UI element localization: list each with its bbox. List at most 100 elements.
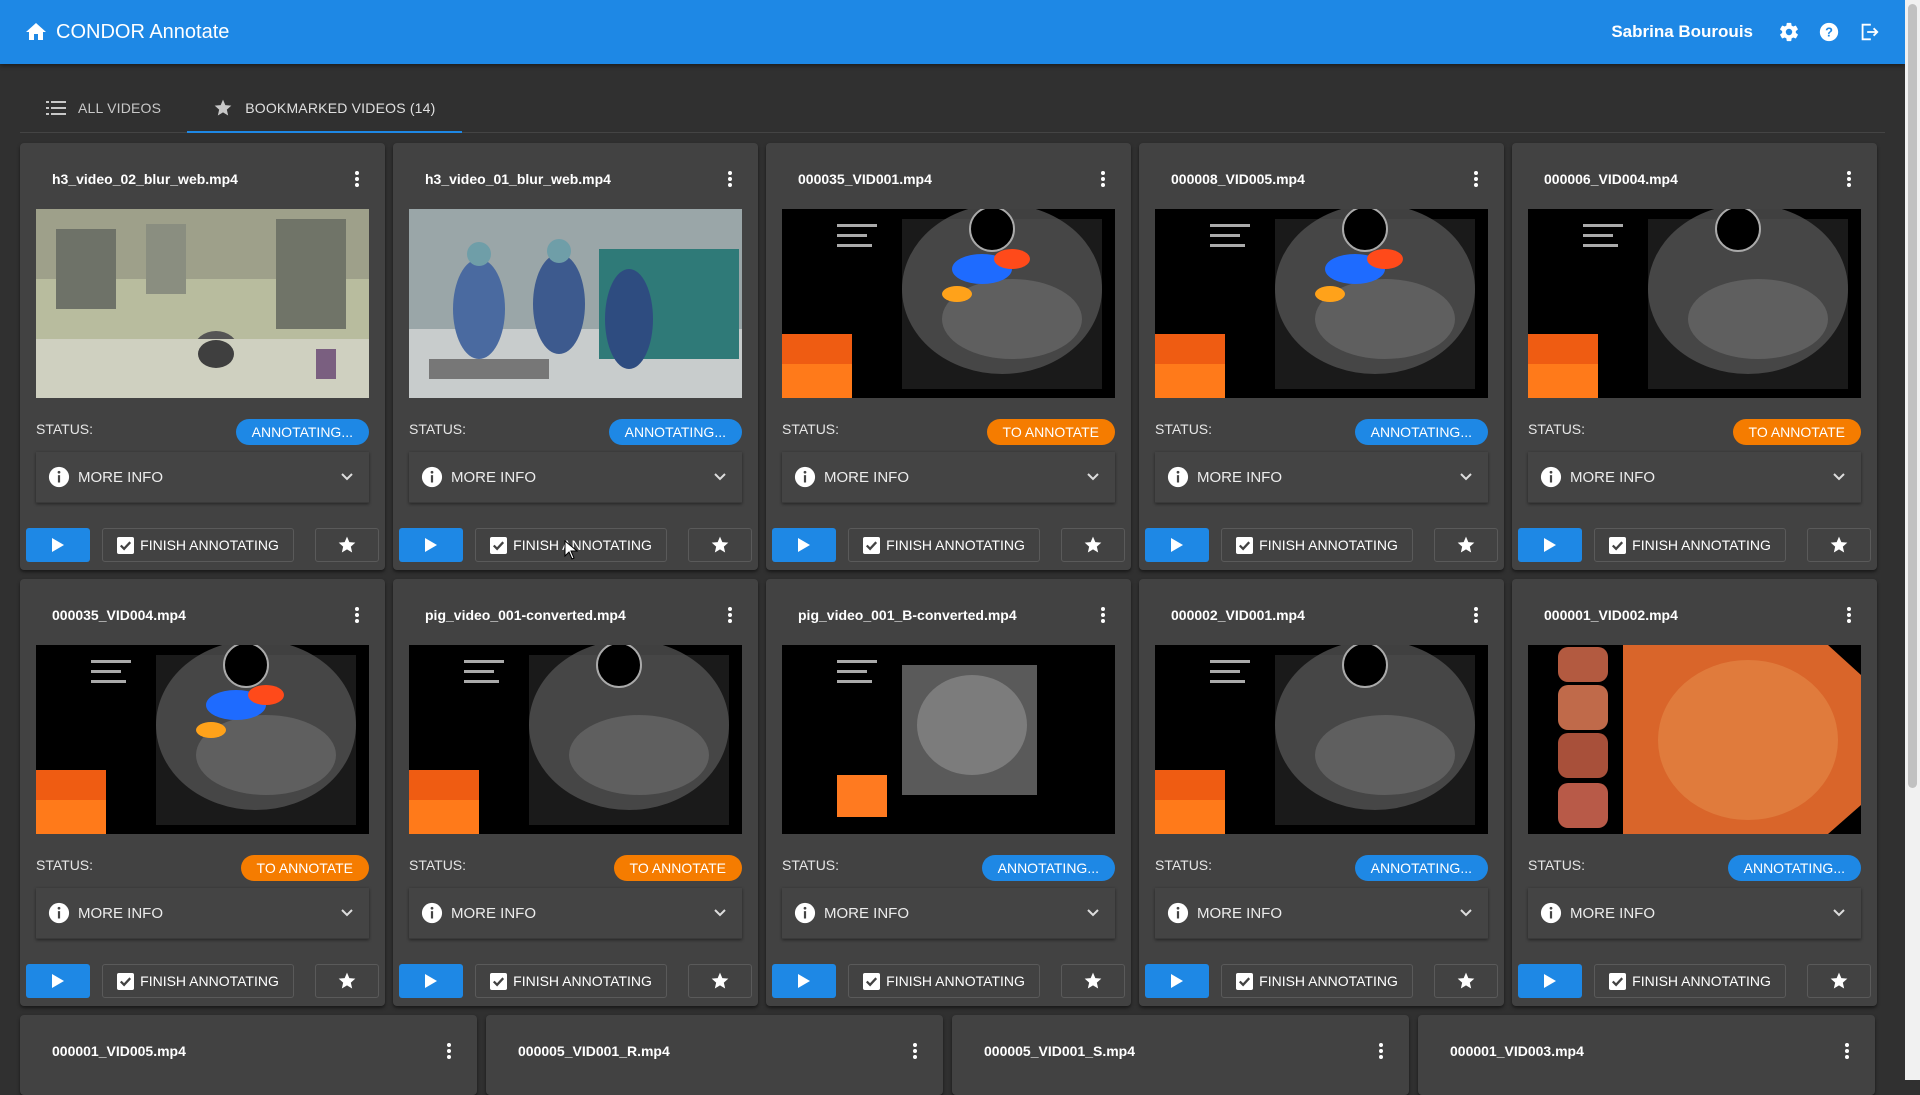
bookmark-button[interactable]	[1061, 528, 1125, 562]
finish-annotating-button[interactable]: FINISH ANNOTATING	[475, 964, 667, 998]
play-button[interactable]	[399, 964, 463, 998]
finish-annotating-button[interactable]: FINISH ANNOTATING	[1221, 964, 1413, 998]
finish-annotating-button[interactable]: FINISH ANNOTATING	[848, 964, 1040, 998]
play-button[interactable]	[772, 528, 836, 562]
more-info-panel[interactable]: MORE INFO	[36, 888, 369, 939]
more-vert-icon[interactable]	[345, 167, 369, 191]
bookmark-button[interactable]	[688, 964, 752, 998]
video-thumbnail[interactable]	[782, 209, 1115, 398]
more-vert-icon[interactable]	[903, 1039, 927, 1063]
more-info-panel[interactable]: MORE INFO	[36, 452, 369, 503]
bookmark-button[interactable]	[1434, 964, 1498, 998]
bookmark-button[interactable]	[1807, 528, 1871, 562]
chevron-down-icon	[714, 473, 726, 481]
video-thumbnail[interactable]	[1155, 645, 1488, 834]
play-button[interactable]	[399, 528, 463, 562]
video-card: h3_video_01_blur_web.mp4 STATUS: ANNOTAT…	[393, 143, 758, 570]
status-badge: ANNOTATING...	[1354, 419, 1488, 445]
card-header: 000035_VID004.mp4	[52, 579, 369, 651]
logout-icon[interactable]	[1857, 20, 1881, 44]
video-thumbnail[interactable]	[1528, 645, 1861, 834]
info-icon	[1540, 902, 1562, 924]
card-header: 000035_VID001.mp4	[798, 143, 1115, 215]
chevron-down-icon	[1460, 909, 1472, 917]
more-vert-icon[interactable]	[718, 167, 742, 191]
play-button[interactable]	[1145, 528, 1209, 562]
more-info-label: MORE INFO	[1570, 468, 1655, 486]
more-vert-icon[interactable]	[718, 603, 742, 627]
bookmark-button[interactable]	[688, 528, 752, 562]
app-title[interactable]: CONDOR Annotate	[56, 21, 229, 44]
play-button[interactable]	[26, 528, 90, 562]
status-label: STATUS:	[36, 421, 94, 437]
more-vert-icon[interactable]	[1369, 1039, 1393, 1063]
finish-annotating-button[interactable]: FINISH ANNOTATING	[102, 528, 294, 562]
video-name: pig_video_001-converted.mp4	[425, 607, 626, 623]
play-button[interactable]	[1518, 964, 1582, 998]
more-info-panel[interactable]: MORE INFO	[782, 888, 1115, 939]
play-button[interactable]	[1518, 528, 1582, 562]
home-icon[interactable]	[24, 20, 48, 44]
more-vert-icon[interactable]	[1837, 167, 1861, 191]
video-thumbnail[interactable]	[36, 209, 369, 398]
play-icon	[1544, 538, 1556, 552]
more-vert-icon[interactable]	[1091, 603, 1115, 627]
finish-annotating-button[interactable]: FINISH ANNOTATING	[1594, 528, 1786, 562]
more-info-panel[interactable]: MORE INFO	[782, 452, 1115, 503]
play-button[interactable]	[772, 964, 836, 998]
status-label: STATUS:	[1528, 421, 1586, 437]
video-card: 000002_VID001.mp4 STATUS: ANNOTATING... …	[1139, 579, 1504, 1006]
more-info-label: MORE INFO	[78, 468, 163, 486]
more-vert-icon[interactable]	[1464, 603, 1488, 627]
video-thumbnail[interactable]	[782, 645, 1115, 834]
info-icon	[421, 466, 443, 488]
more-info-panel[interactable]: MORE INFO	[1155, 888, 1488, 939]
finish-annotating-button[interactable]: FINISH ANNOTATING	[1594, 964, 1786, 998]
bookmark-button[interactable]	[315, 964, 379, 998]
tab-bookmarked-videos[interactable]: BOOKMARKED VIDEOS (14)	[187, 85, 462, 133]
more-info-panel[interactable]: MORE INFO	[1528, 888, 1861, 939]
finish-annotating-label: FINISH ANNOTATING	[886, 537, 1025, 553]
finish-annotating-button[interactable]: FINISH ANNOTATING	[102, 964, 294, 998]
page-scrollbar[interactable]	[1905, 0, 1920, 1080]
video-card: 000005_VID001_R.mp4	[486, 1015, 943, 1095]
more-info-panel[interactable]: MORE INFO	[409, 452, 742, 503]
gear-icon[interactable]	[1777, 20, 1801, 44]
bookmark-button[interactable]	[1807, 964, 1871, 998]
more-vert-icon[interactable]	[1837, 603, 1861, 627]
play-button[interactable]	[26, 964, 90, 998]
more-info-panel[interactable]: MORE INFO	[1155, 452, 1488, 503]
tab-all-videos-label: ALL VIDEOS	[78, 100, 162, 116]
checkbox-icon	[1236, 536, 1254, 554]
finish-annotating-button[interactable]: FINISH ANNOTATING	[848, 528, 1040, 562]
user-name[interactable]: Sabrina Bourouis	[1611, 22, 1753, 42]
card-header: 000006_VID004.mp4	[1544, 143, 1861, 215]
more-vert-icon[interactable]	[1091, 167, 1115, 191]
card-header: 000001_VID005.mp4	[52, 1015, 461, 1087]
tab-all-videos[interactable]: ALL VIDEOS	[20, 85, 187, 131]
play-icon	[425, 974, 437, 988]
bookmark-button[interactable]	[1434, 528, 1498, 562]
more-info-panel[interactable]: MORE INFO	[1528, 452, 1861, 503]
video-name: h3_video_01_blur_web.mp4	[425, 171, 611, 187]
help-icon[interactable]: ?	[1817, 20, 1841, 44]
bookmark-button[interactable]	[315, 528, 379, 562]
video-thumbnail[interactable]	[36, 645, 369, 834]
finish-annotating-button[interactable]: FINISH ANNOTATING	[1221, 528, 1413, 562]
star-icon	[1457, 536, 1475, 553]
more-vert-icon[interactable]	[437, 1039, 461, 1063]
play-button[interactable]	[1145, 964, 1209, 998]
card-actions: FINISH ANNOTATING	[26, 528, 379, 562]
more-vert-icon[interactable]	[345, 603, 369, 627]
more-info-panel[interactable]: MORE INFO	[409, 888, 742, 939]
video-thumbnail[interactable]	[409, 209, 742, 398]
card-header: 000005_VID001_S.mp4	[984, 1015, 1393, 1087]
video-thumbnail[interactable]	[1155, 209, 1488, 398]
info-icon	[1540, 466, 1562, 488]
video-thumbnail[interactable]	[409, 645, 742, 834]
bookmark-button[interactable]	[1061, 964, 1125, 998]
more-vert-icon[interactable]	[1464, 167, 1488, 191]
more-vert-icon[interactable]	[1835, 1039, 1859, 1063]
video-thumbnail[interactable]	[1528, 209, 1861, 398]
scrollbar-thumb[interactable]	[1908, 4, 1917, 788]
